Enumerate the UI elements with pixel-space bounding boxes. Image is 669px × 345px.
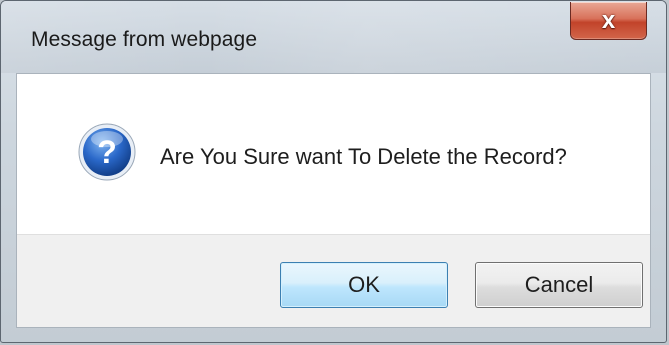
dialog-title: Message from webpage — [31, 28, 258, 51]
message-area: ? Are You Sure want To Delete the Record… — [17, 74, 650, 234]
svg-text:?: ? — [97, 134, 117, 170]
cancel-button[interactable]: Cancel — [475, 262, 643, 308]
close-button[interactable]: x — [570, 2, 647, 40]
title-bar[interactable]: Message from webpage x — [1, 1, 666, 73]
ok-button[interactable]: OK — [280, 262, 448, 308]
dialog-content: ? Are You Sure want To Delete the Record… — [16, 73, 651, 328]
button-bar: OK Cancel — [17, 234, 650, 327]
question-icon: ? — [78, 123, 136, 181]
close-icon: x — [601, 6, 616, 34]
message-text: Are You Sure want To Delete the Record? — [160, 144, 567, 169]
message-dialog: Message from webpage x ? Are You Sure wa… — [0, 0, 667, 343]
